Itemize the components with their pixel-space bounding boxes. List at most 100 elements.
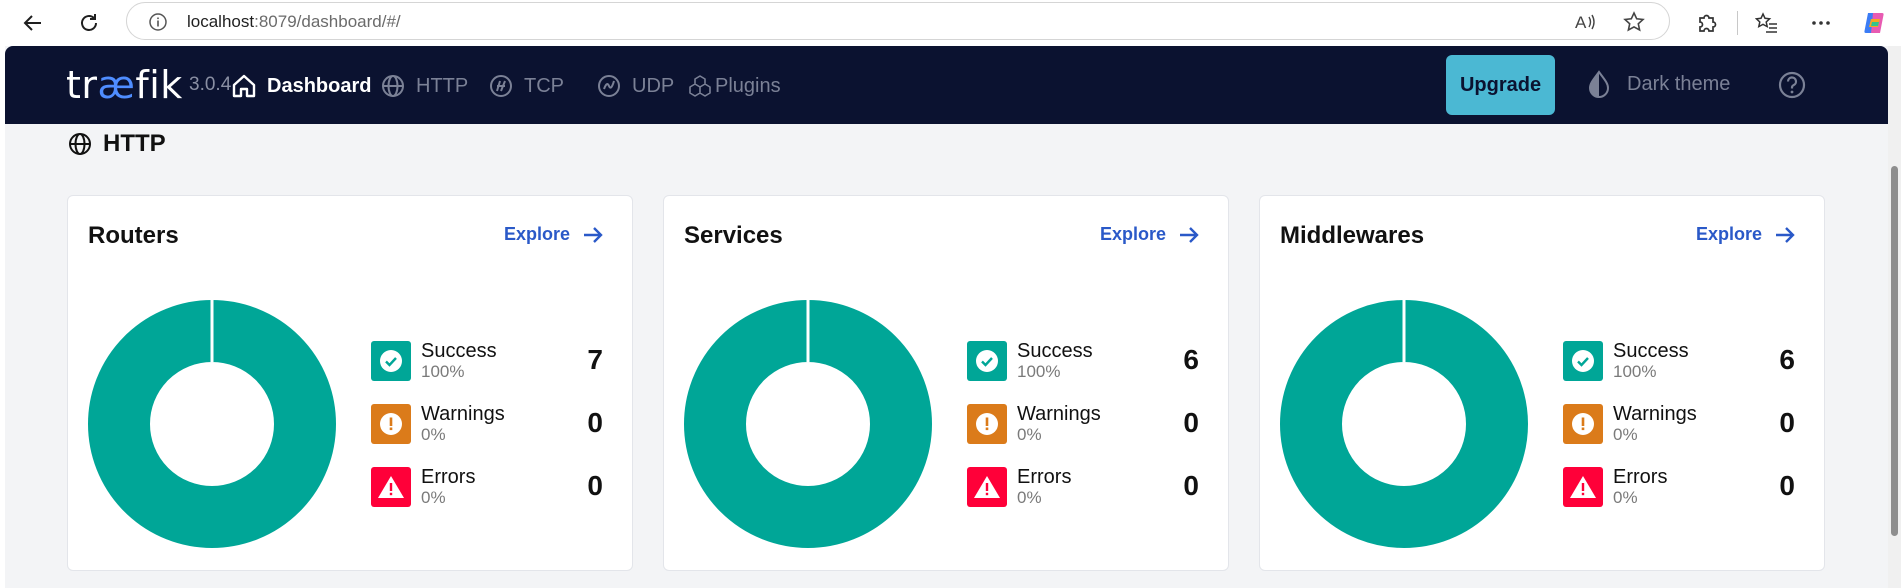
- explore-routers-link[interactable]: Explore: [504, 224, 604, 245]
- error-badge: [1563, 467, 1603, 507]
- stat-percent: 100%: [1613, 362, 1657, 381]
- stat-percent: 0%: [421, 425, 446, 444]
- error-badge: [371, 467, 411, 507]
- success-stat[interactable]: Success 100% 6: [967, 340, 1199, 382]
- services-card: Services Explore Success 100% 6 Warnings…: [663, 195, 1229, 571]
- stat-percent: 0%: [421, 488, 446, 507]
- status-donut-chart: [1280, 300, 1528, 548]
- stat-percent: 0%: [1613, 425, 1638, 444]
- page-scrollbar[interactable]: [1888, 46, 1901, 588]
- scrollbar-thumb[interactable]: [1891, 166, 1898, 536]
- stat-label: Errors: [421, 466, 476, 488]
- success-badge: [371, 341, 411, 381]
- stat-label: Success: [421, 340, 497, 362]
- arrow-right-icon: [1776, 226, 1795, 243]
- nav-dashboard[interactable]: Dashboard: [231, 72, 371, 100]
- errors-stat[interactable]: Errors 0% 0: [1563, 466, 1795, 508]
- card-title: Middlewares: [1280, 222, 1425, 249]
- traefik-logo[interactable]: træfik: [66, 63, 183, 107]
- explore-middlewares-link[interactable]: Explore: [1696, 224, 1796, 245]
- copilot-button[interactable]: [1858, 6, 1892, 40]
- exclamation-circle-icon: [1572, 413, 1594, 435]
- nav-plugins[interactable]: Plugins: [687, 72, 781, 100]
- globe-icon: [69, 133, 91, 155]
- stat-percent: 0%: [1613, 488, 1638, 507]
- stat-label: Warnings: [1017, 403, 1101, 425]
- nav-tcp[interactable]: TCP: [488, 72, 564, 100]
- warning-badge: [1563, 404, 1603, 444]
- stat-label: Success: [1017, 340, 1093, 362]
- more-options-button[interactable]: [1804, 6, 1838, 40]
- section-title: HTTP: [103, 130, 166, 157]
- success-stat[interactable]: Success 100% 7: [371, 340, 603, 382]
- favorite-star-icon[interactable]: [1621, 9, 1647, 35]
- errors-stat[interactable]: Errors 0% 0: [967, 466, 1199, 508]
- warnings-stat[interactable]: Warnings 0% 0: [1563, 403, 1795, 445]
- stat-count: 6: [1183, 344, 1199, 375]
- errors-stat[interactable]: Errors 0% 0: [371, 466, 603, 508]
- site-info-icon[interactable]: [145, 9, 171, 35]
- status-donut-chart: [88, 300, 336, 548]
- stat-count: 0: [1183, 470, 1199, 501]
- nav-udp-label: UDP: [632, 74, 675, 97]
- theme-drop-icon: [1588, 70, 1610, 98]
- exclamation-circle-icon: [380, 413, 402, 435]
- stat-count: 0: [1183, 407, 1199, 438]
- warning-badge: [371, 404, 411, 444]
- warning-triangle-icon: [974, 476, 1000, 498]
- warnings-stat[interactable]: Warnings 0% 0: [371, 403, 603, 445]
- routers-card: Routers Explore Success 100% 7 Warnings …: [67, 195, 633, 571]
- warning-triangle-icon: [1570, 476, 1596, 498]
- stat-count: 0: [587, 470, 603, 501]
- stat-percent: 0%: [1017, 488, 1042, 507]
- help-button[interactable]: [1777, 70, 1807, 105]
- nav-udp[interactable]: UDP: [596, 72, 674, 100]
- success-badge: [1563, 341, 1603, 381]
- home-icon: [232, 74, 256, 98]
- status-donut-chart: [684, 300, 932, 548]
- nav-http-label: HTTP: [416, 74, 469, 97]
- dark-theme-toggle[interactable]: Dark theme: [1587, 70, 1730, 98]
- middlewares-card: Middlewares Explore Success 100% 6 Warni…: [1259, 195, 1825, 571]
- nav-tcp-label: TCP: [524, 74, 564, 97]
- favorites-button[interactable]: [1750, 6, 1784, 40]
- stat-count: 0: [1779, 470, 1795, 501]
- upgrade-button[interactable]: Upgrade: [1446, 55, 1555, 115]
- extensions-button[interactable]: [1690, 6, 1724, 40]
- globe-icon: [382, 75, 404, 97]
- exclamation-circle-icon: [976, 413, 998, 435]
- warnings-stat[interactable]: Warnings 0% 0: [967, 403, 1199, 445]
- stat-label: Warnings: [1613, 403, 1697, 425]
- nav-dashboard-label: Dashboard: [267, 74, 372, 97]
- ellipsis-icon: [1812, 21, 1830, 25]
- arrow-right-icon: [584, 226, 603, 243]
- explore-services-link[interactable]: Explore: [1100, 224, 1200, 245]
- plugins-icon: [689, 75, 711, 97]
- tcp-icon: [490, 75, 512, 97]
- stat-percent: 100%: [1017, 362, 1061, 381]
- check-circle-icon: [976, 350, 998, 372]
- top-navbar: træfik 3.0.4 Dashboard HTTP TCP UDP Plug…: [5, 46, 1888, 124]
- toolbar-divider: [1737, 11, 1738, 35]
- address-bar[interactable]: localhost:8079/dashboard/#/ A: [126, 2, 1670, 40]
- back-button[interactable]: [16, 6, 50, 40]
- success-stat[interactable]: Success 100% 6: [1563, 340, 1795, 382]
- nav-http[interactable]: HTTP: [380, 72, 468, 100]
- explore-label: Explore: [503, 224, 570, 244]
- copilot-icon: [1864, 13, 1884, 33]
- refresh-button[interactable]: [72, 6, 106, 40]
- refresh-icon: [81, 14, 97, 31]
- stat-label: Errors: [1017, 466, 1072, 488]
- stat-percent: 0%: [1017, 425, 1042, 444]
- stat-count: 6: [1779, 344, 1795, 375]
- svg-text:A: A: [1575, 13, 1587, 32]
- udp-icon: [598, 75, 620, 97]
- arrow-right-icon: [1180, 226, 1199, 243]
- check-circle-icon: [380, 350, 402, 372]
- warning-badge: [967, 404, 1007, 444]
- help-icon: [1778, 71, 1806, 99]
- read-aloud-icon[interactable]: A: [1573, 9, 1599, 35]
- card-title: Services: [684, 222, 783, 249]
- warning-triangle-icon: [378, 476, 404, 498]
- stat-label: Warnings: [421, 403, 505, 425]
